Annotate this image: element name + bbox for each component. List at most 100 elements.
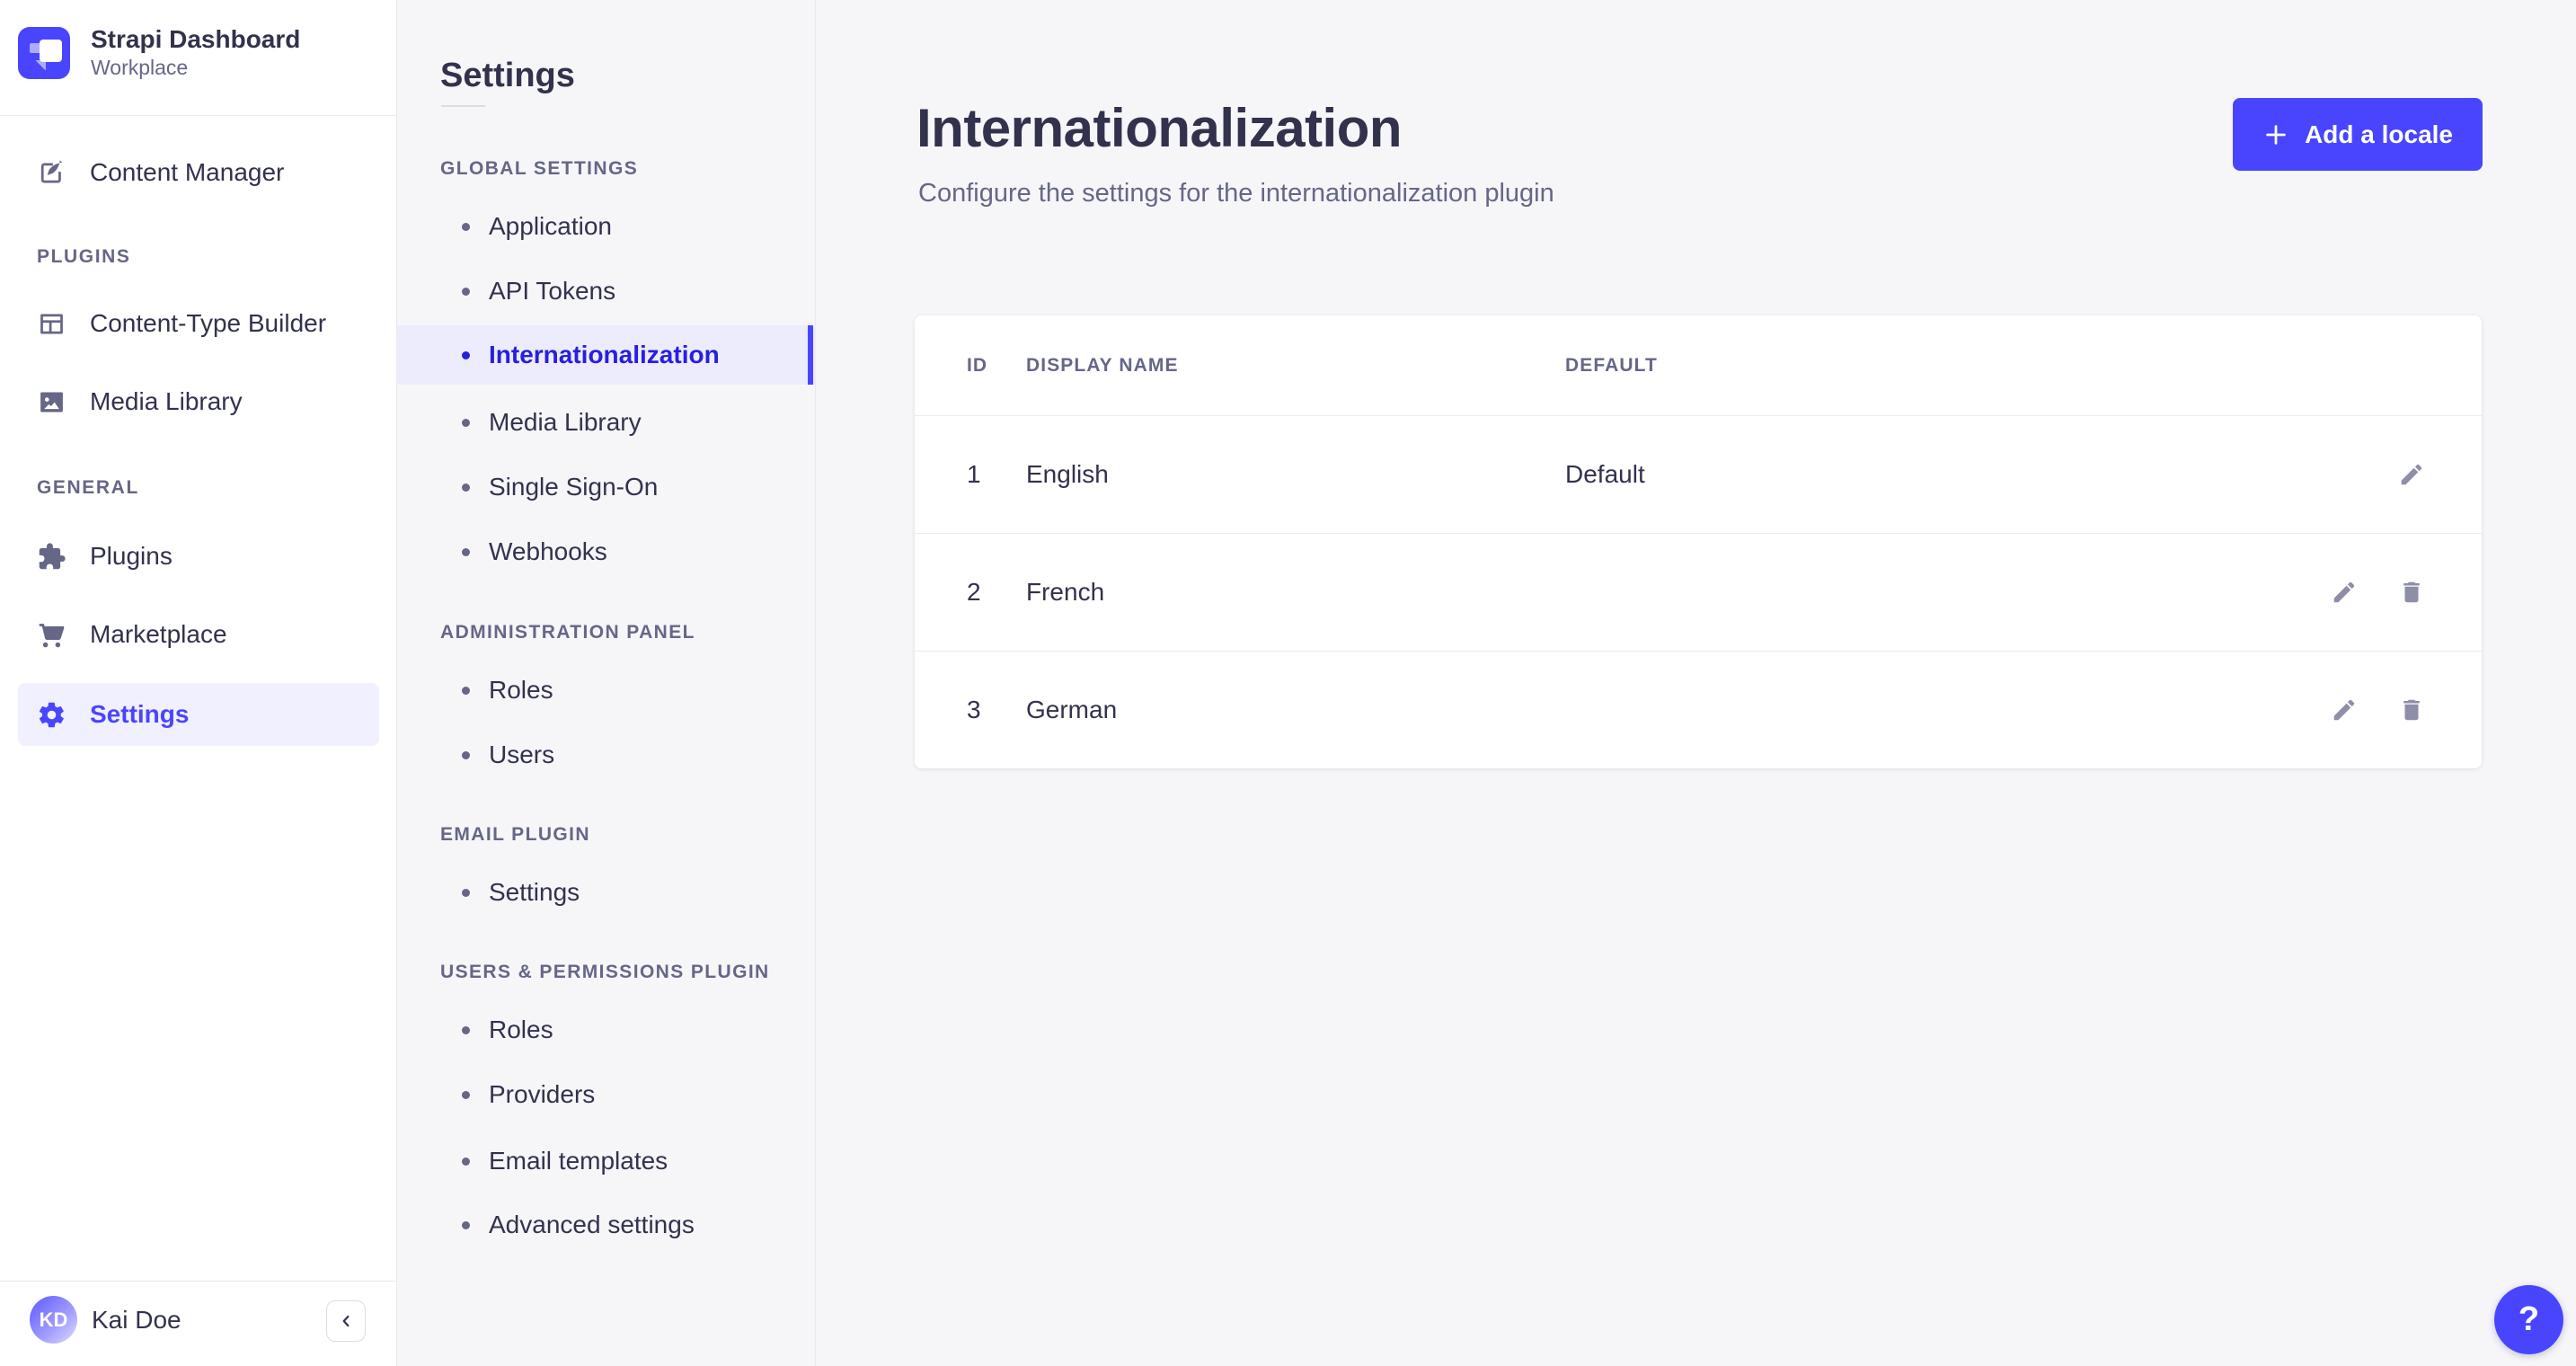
layout-icon — [40, 314, 63, 333]
bullet-icon — [462, 686, 470, 695]
subnav-item-advanced-settings[interactable]: Advanced settings — [397, 1198, 816, 1252]
subnav-item-admin-users[interactable]: Users — [397, 728, 816, 782]
pencil-icon — [2401, 464, 2422, 485]
sidebar-item-content-manager[interactable]: Content Manager — [18, 141, 379, 204]
divider — [441, 105, 485, 107]
subnav-item-label: Webhooks — [489, 537, 607, 565]
bullet-icon — [462, 287, 470, 296]
collapse-sidebar-button[interactable] — [326, 1300, 366, 1342]
bullet-icon — [462, 1025, 470, 1034]
trash-icon — [2403, 699, 2420, 721]
active-indicator — [808, 325, 813, 385]
locales-table-card: ID DISPLAY NAME DEFAULT 1 English Defaul… — [915, 315, 2482, 768]
main-content: Internationalization Configure the setti… — [817, 0, 2576, 1366]
sidebar-item-plugins[interactable]: Plugins — [18, 525, 379, 588]
user-avatar[interactable]: KD — [30, 1296, 77, 1344]
bullet-icon — [462, 547, 470, 556]
delete-locale-button[interactable] — [2386, 567, 2437, 617]
sidebar-item-label: Plugins — [90, 542, 173, 570]
sidebar-item-label: Content-Type Builder — [90, 309, 327, 337]
puzzle-icon — [39, 542, 66, 569]
add-locale-button-label: Add a locale — [2305, 120, 2453, 148]
pencil-icon — [2333, 581, 2355, 603]
cart-icon — [39, 623, 65, 647]
subnav-section-global-settings: GLOBAL SETTINGS — [440, 158, 639, 179]
subnav-item-admin-roles[interactable]: Roles — [397, 663, 816, 717]
bullet-icon — [462, 888, 470, 897]
plus-icon — [2266, 124, 2286, 145]
bullet-icon — [462, 1220, 470, 1229]
subnav-section-users-permissions-plugin: USERS & PERMISSIONS PLUGIN — [440, 962, 770, 982]
locale-display-name: French — [1026, 578, 1105, 606]
subnav-item-single-sign-on[interactable]: Single Sign-On — [397, 460, 816, 514]
divider — [0, 115, 396, 116]
subnav-item-api-tokens[interactable]: API Tokens — [397, 264, 816, 318]
subnav-item-label: Internationalization — [489, 341, 720, 368]
subnav-title: Settings — [440, 57, 575, 94]
divider — [0, 1281, 396, 1282]
sidebar-item-settings[interactable]: Settings — [18, 683, 379, 746]
sidebar-item-content-type-builder[interactable]: Content-Type Builder — [18, 292, 379, 355]
gear-icon — [39, 702, 64, 727]
workspace-name: Workplace — [91, 55, 189, 79]
main-sidebar: Strapi Dashboard Workplace Content Manag… — [0, 0, 397, 1366]
workspace-switcher[interactable]: Strapi Dashboard Workplace — [18, 24, 300, 81]
table-row[interactable]: 1 English Default — [915, 415, 2482, 533]
app-title: Strapi Dashboard — [91, 25, 301, 53]
table-row[interactable]: 2 French — [915, 533, 2482, 651]
edit-locale-button[interactable] — [2319, 685, 2369, 735]
subnav-item-label: Providers — [489, 1080, 596, 1108]
page-subtitle: Configure the settings for the internati… — [918, 179, 1554, 208]
edit-locale-button[interactable] — [2386, 449, 2437, 500]
subnav-item-providers[interactable]: Providers — [397, 1068, 816, 1122]
sidebar-item-marketplace[interactable]: Marketplace — [18, 603, 379, 666]
settings-subnav: Settings GLOBAL SETTINGS Application API… — [397, 0, 816, 1366]
chevron-left-icon — [342, 1315, 350, 1327]
subnav-item-media-library[interactable]: Media Library — [397, 395, 816, 449]
delete-locale-button[interactable] — [2386, 685, 2437, 735]
feather-square-icon — [40, 159, 63, 182]
table-row[interactable]: 3 German — [915, 651, 2482, 768]
sidebar-item-label: Settings — [90, 700, 190, 728]
picture-icon — [40, 392, 63, 412]
bullet-icon — [462, 483, 470, 492]
subnav-item-label: Media Library — [489, 408, 642, 436]
help-button[interactable]: ? — [2494, 1285, 2563, 1354]
strapi-logo-icon — [18, 26, 70, 79]
page-title: Internationalization — [916, 98, 1403, 158]
subnav-item-email-settings[interactable]: Settings — [397, 865, 816, 919]
subnav-item-label: API Tokens — [489, 277, 616, 305]
subnav-item-label: Settings — [489, 878, 580, 906]
subnav-item-label: Roles — [489, 676, 553, 704]
bullet-icon — [462, 222, 470, 231]
subnav-item-label: Advanced settings — [489, 1211, 695, 1238]
column-header-default: DEFAULT — [1565, 354, 1658, 376]
locale-id: 2 — [967, 578, 981, 606]
table-header-row: ID DISPLAY NAME DEFAULT — [915, 315, 2482, 415]
subnav-item-label: Single Sign-On — [489, 473, 659, 501]
bullet-icon — [462, 1090, 470, 1099]
sidebar-section-plugins: PLUGINS — [37, 246, 131, 267]
bullet-icon — [462, 1157, 470, 1166]
sidebar-section-general: GENERAL — [37, 477, 139, 498]
bullet-icon — [462, 350, 470, 359]
subnav-item-label: Users — [489, 741, 555, 768]
pencil-icon — [2333, 699, 2355, 721]
subnav-item-internationalization[interactable]: Internationalization — [397, 325, 816, 385]
locale-id: 3 — [967, 696, 981, 723]
edit-locale-button[interactable] — [2319, 567, 2369, 617]
subnav-item-webhooks[interactable]: Webhooks — [397, 525, 816, 579]
subnav-section-email-plugin: EMAIL PLUGIN — [440, 824, 590, 845]
subnav-item-email-templates[interactable]: Email templates — [397, 1134, 816, 1188]
column-header-display-name: DISPLAY NAME — [1026, 354, 1179, 376]
subnav-item-label: Roles — [489, 1016, 553, 1043]
sidebar-item-label: Marketplace — [90, 620, 227, 648]
subnav-item-label: Application — [489, 212, 612, 240]
add-locale-button[interactable]: Add a locale — [2233, 98, 2483, 171]
column-header-id: ID — [967, 354, 988, 376]
sidebar-item-media-library[interactable]: Media Library — [18, 370, 379, 433]
locale-display-name: German — [1026, 696, 1118, 723]
subnav-item-up-roles[interactable]: Roles — [397, 1003, 816, 1057]
user-name[interactable]: Kai Doe — [92, 1296, 181, 1344]
subnav-item-application[interactable]: Application — [397, 200, 816, 253]
